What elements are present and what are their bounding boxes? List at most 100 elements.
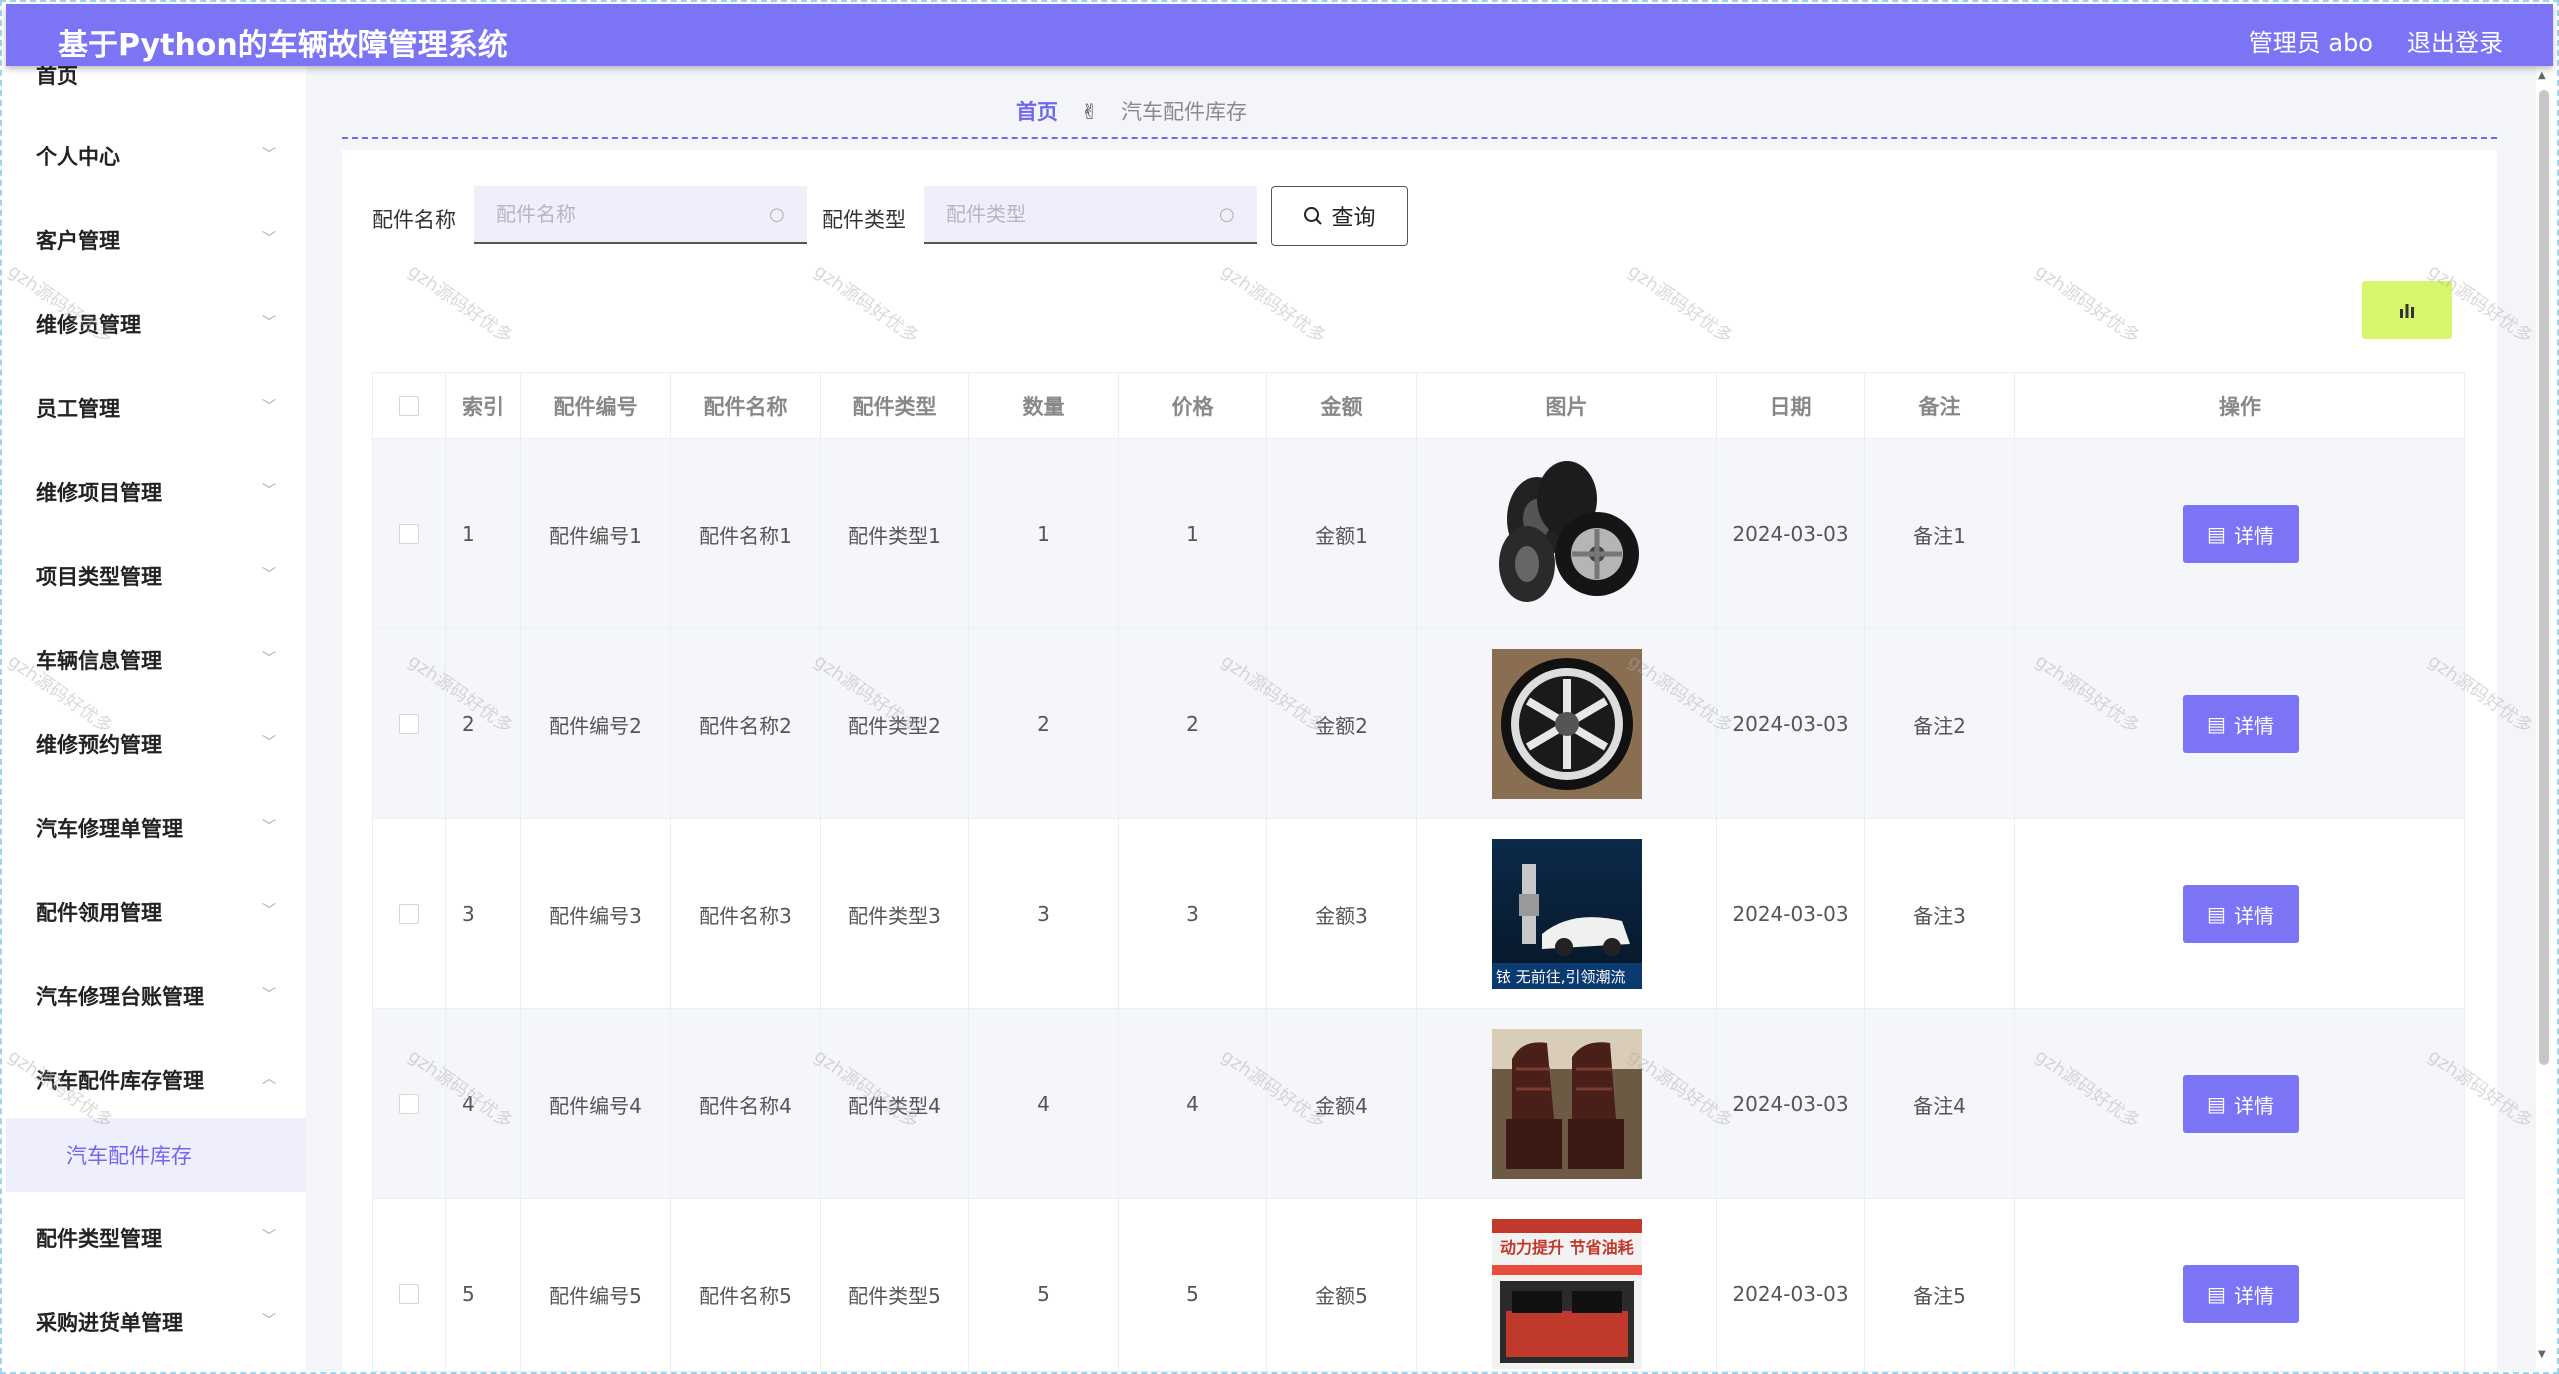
sidebar-subitem-label: 汽车配件库存 bbox=[66, 1144, 192, 1168]
wheel-rim-image[interactable] bbox=[1491, 649, 1642, 799]
sidebar-item-label: 车辆信息管理 bbox=[36, 649, 162, 673]
part-name-input[interactable] bbox=[474, 186, 807, 244]
cell-index: 3 bbox=[446, 819, 521, 1009]
part-type-input[interactable] bbox=[924, 186, 1257, 244]
detail-button[interactable]: ▤ 详情 bbox=[2182, 1075, 2299, 1133]
tires-image[interactable] bbox=[1491, 459, 1642, 609]
detail-button-label: 详情 bbox=[2233, 1283, 2274, 1308]
table-row[interactable]: 2 配件编号2 配件名称2 配件类型2 2 2 金额2 2024-03-03 备… bbox=[373, 629, 2464, 819]
table-row[interactable]: 1 配件编号1 配件名称1 配件类型1 1 1 金额1 2024-03-03 备… bbox=[373, 439, 2464, 629]
sidebar-item-label: 客户管理 bbox=[36, 229, 120, 253]
row-select-cell bbox=[373, 819, 446, 1009]
scroll-up-icon[interactable]: ▲ bbox=[2538, 70, 2546, 81]
scroll-down-icon[interactable]: ▼ bbox=[2538, 1349, 2546, 1360]
image-caption: 动力提升 节省油耗 bbox=[1500, 1238, 1634, 1257]
document-icon: ▤ bbox=[2207, 522, 2226, 546]
cell-type: 配件类型2 bbox=[821, 629, 969, 819]
column-header[interactable]: 价格 bbox=[1119, 373, 1267, 439]
sidebar-item-purchase-orders[interactable]: 采购进货单管理 ﹀ bbox=[6, 1280, 306, 1364]
sidebar-item-personal-center[interactable]: 个人中心 ﹀ bbox=[6, 114, 306, 198]
breadcrumb-divider bbox=[342, 137, 2497, 139]
sidebar-item-vehicles[interactable]: 车辆信息管理 ﹀ bbox=[6, 618, 306, 702]
sidebar-item-parts-requisition[interactable]: 配件领用管理 ﹀ bbox=[6, 870, 306, 954]
column-header[interactable]: 索引 bbox=[446, 373, 521, 439]
column-header[interactable]: 配件名称 bbox=[671, 373, 821, 439]
cell-date: 2024-03-03 bbox=[1717, 1009, 1865, 1199]
cell-note: 备注3 bbox=[1865, 819, 2015, 1009]
select-all-checkbox[interactable] bbox=[399, 396, 419, 416]
sidebar-item-parts-inventory[interactable]: 汽车配件库存管理 ︿ bbox=[6, 1038, 306, 1122]
chevron-down-icon: ﹀ bbox=[262, 483, 276, 499]
table-row[interactable]: 4 配件编号4 配件名称4 配件类型4 4 4 金额4 2024-03-03 备… bbox=[373, 1009, 2464, 1199]
cell-action: ▤ 详情 bbox=[2015, 819, 2464, 1009]
scrollbar-thumb[interactable] bbox=[2539, 90, 2549, 1065]
cell-image: 铱 无前往,引领潮流 bbox=[1417, 819, 1717, 1009]
column-header[interactable]: 图片 bbox=[1417, 373, 1717, 439]
cell-index: 4 bbox=[446, 1009, 521, 1199]
sidebar-item-reservations[interactable]: 维修预约管理 ﹀ bbox=[6, 702, 306, 786]
cell-amount: 金额4 bbox=[1267, 1009, 1417, 1199]
column-header[interactable]: 备注 bbox=[1865, 373, 2015, 439]
chevron-down-icon: ﹀ bbox=[262, 987, 276, 1003]
row-select-cell bbox=[373, 629, 446, 819]
part-name-label: 配件名称 bbox=[372, 208, 456, 232]
row-checkbox[interactable] bbox=[399, 714, 419, 734]
detail-button[interactable]: ▤ 详情 bbox=[2182, 505, 2299, 563]
part-type-label: 配件类型 bbox=[822, 208, 906, 232]
column-header[interactable]: 金额 bbox=[1267, 373, 1417, 439]
cell-price: 1 bbox=[1119, 439, 1267, 629]
sidebar-subitem-parts-inventory[interactable]: 汽车配件库存 bbox=[6, 1118, 306, 1192]
row-checkbox[interactable] bbox=[399, 1284, 419, 1304]
detail-button[interactable]: ▤ 详情 bbox=[2182, 695, 2299, 753]
sidebar-item-label: 配件领用管理 bbox=[36, 901, 162, 925]
breadcrumb-home[interactable]: 首页 bbox=[1016, 100, 1058, 124]
sidebar-item-customers[interactable]: 客户管理 ﹀ bbox=[6, 198, 306, 282]
current-user[interactable]: 管理员 abo bbox=[2249, 23, 2373, 58]
cell-image bbox=[1417, 629, 1717, 819]
sidebar-item-label: 维修项目管理 bbox=[36, 481, 162, 505]
sidebar-item-repair-orders[interactable]: 汽车修理单管理 ﹀ bbox=[6, 786, 306, 870]
fuel-saver-image[interactable]: 动力提升 节省油耗 bbox=[1491, 1219, 1642, 1369]
column-header[interactable]: 配件类型 bbox=[821, 373, 969, 439]
cell-code: 配件编号2 bbox=[521, 629, 671, 819]
hand-peace-icon: ✌ bbox=[1080, 100, 1099, 124]
row-checkbox[interactable] bbox=[399, 904, 419, 924]
sidebar-item-repairmen[interactable]: 维修员管理 ﹀ bbox=[6, 282, 306, 366]
cell-index: 2 bbox=[446, 629, 521, 819]
page-scrollbar[interactable]: ▲ ▼ bbox=[2537, 70, 2551, 1360]
query-button[interactable]: 查询 bbox=[1271, 186, 1408, 246]
cell-action: ▤ 详情 bbox=[2015, 1199, 2464, 1371]
row-checkbox[interactable] bbox=[399, 1094, 419, 1114]
seat-cover-image[interactable] bbox=[1491, 1029, 1642, 1179]
cell-date: 2024-03-03 bbox=[1717, 439, 1865, 629]
search-icon: ○ bbox=[1219, 204, 1235, 225]
sidebar-item-label: 维修员管理 bbox=[36, 313, 141, 337]
detail-button[interactable]: ▤ 详情 bbox=[2182, 1265, 2299, 1323]
detail-button-label: 详情 bbox=[2233, 523, 2274, 548]
row-checkbox[interactable] bbox=[399, 524, 419, 544]
sidebar-item-part-types[interactable]: 配件类型管理 ﹀ bbox=[6, 1196, 306, 1280]
sidebar-item-label: 项目类型管理 bbox=[36, 565, 162, 589]
cell-name: 配件名称2 bbox=[671, 629, 821, 819]
sidebar-item-repair-projects[interactable]: 维修项目管理 ﹀ bbox=[6, 450, 306, 534]
sidebar-item-project-types[interactable]: 项目类型管理 ﹀ bbox=[6, 534, 306, 618]
table-row[interactable]: 3 配件编号3 配件名称3 配件类型3 3 3 金额3 铱 无前往,引领潮流 2… bbox=[373, 819, 2464, 1009]
sidebar-item-employees[interactable]: 员工管理 ﹀ bbox=[6, 366, 306, 450]
column-header[interactable]: 配件编号 bbox=[521, 373, 671, 439]
sidebar-item-repair-ledger[interactable]: 汽车修理台账管理 ﹀ bbox=[6, 954, 306, 1038]
column-header[interactable]: 日期 bbox=[1717, 373, 1865, 439]
document-icon: ▤ bbox=[2207, 1282, 2226, 1306]
sidebar-item-label: 采购进货单管理 bbox=[36, 1311, 183, 1335]
sidebar-item-label: 员工管理 bbox=[36, 397, 120, 421]
cell-date: 2024-03-03 bbox=[1717, 629, 1865, 819]
logout-link[interactable]: 退出登录 bbox=[2407, 23, 2503, 58]
document-icon: ▤ bbox=[2207, 1092, 2226, 1116]
detail-button[interactable]: ▤ 详情 bbox=[2182, 885, 2299, 943]
chevron-up-icon: ︿ bbox=[262, 1071, 276, 1087]
column-header[interactable]: 数量 bbox=[969, 373, 1119, 439]
spark-plug-image[interactable]: 铱 无前往,引领潮流 bbox=[1491, 839, 1642, 989]
table-row[interactable]: 5 配件编号5 配件名称5 配件类型5 5 5 金额5 动力提升 节省油耗 20… bbox=[373, 1199, 2464, 1371]
top-header: 基于Python的车辆故障管理系统 管理员 abo 退出登录 bbox=[6, 4, 2553, 66]
statistics-chart-button[interactable] bbox=[2362, 281, 2452, 339]
query-button-label: 查询 bbox=[1331, 206, 1376, 231]
